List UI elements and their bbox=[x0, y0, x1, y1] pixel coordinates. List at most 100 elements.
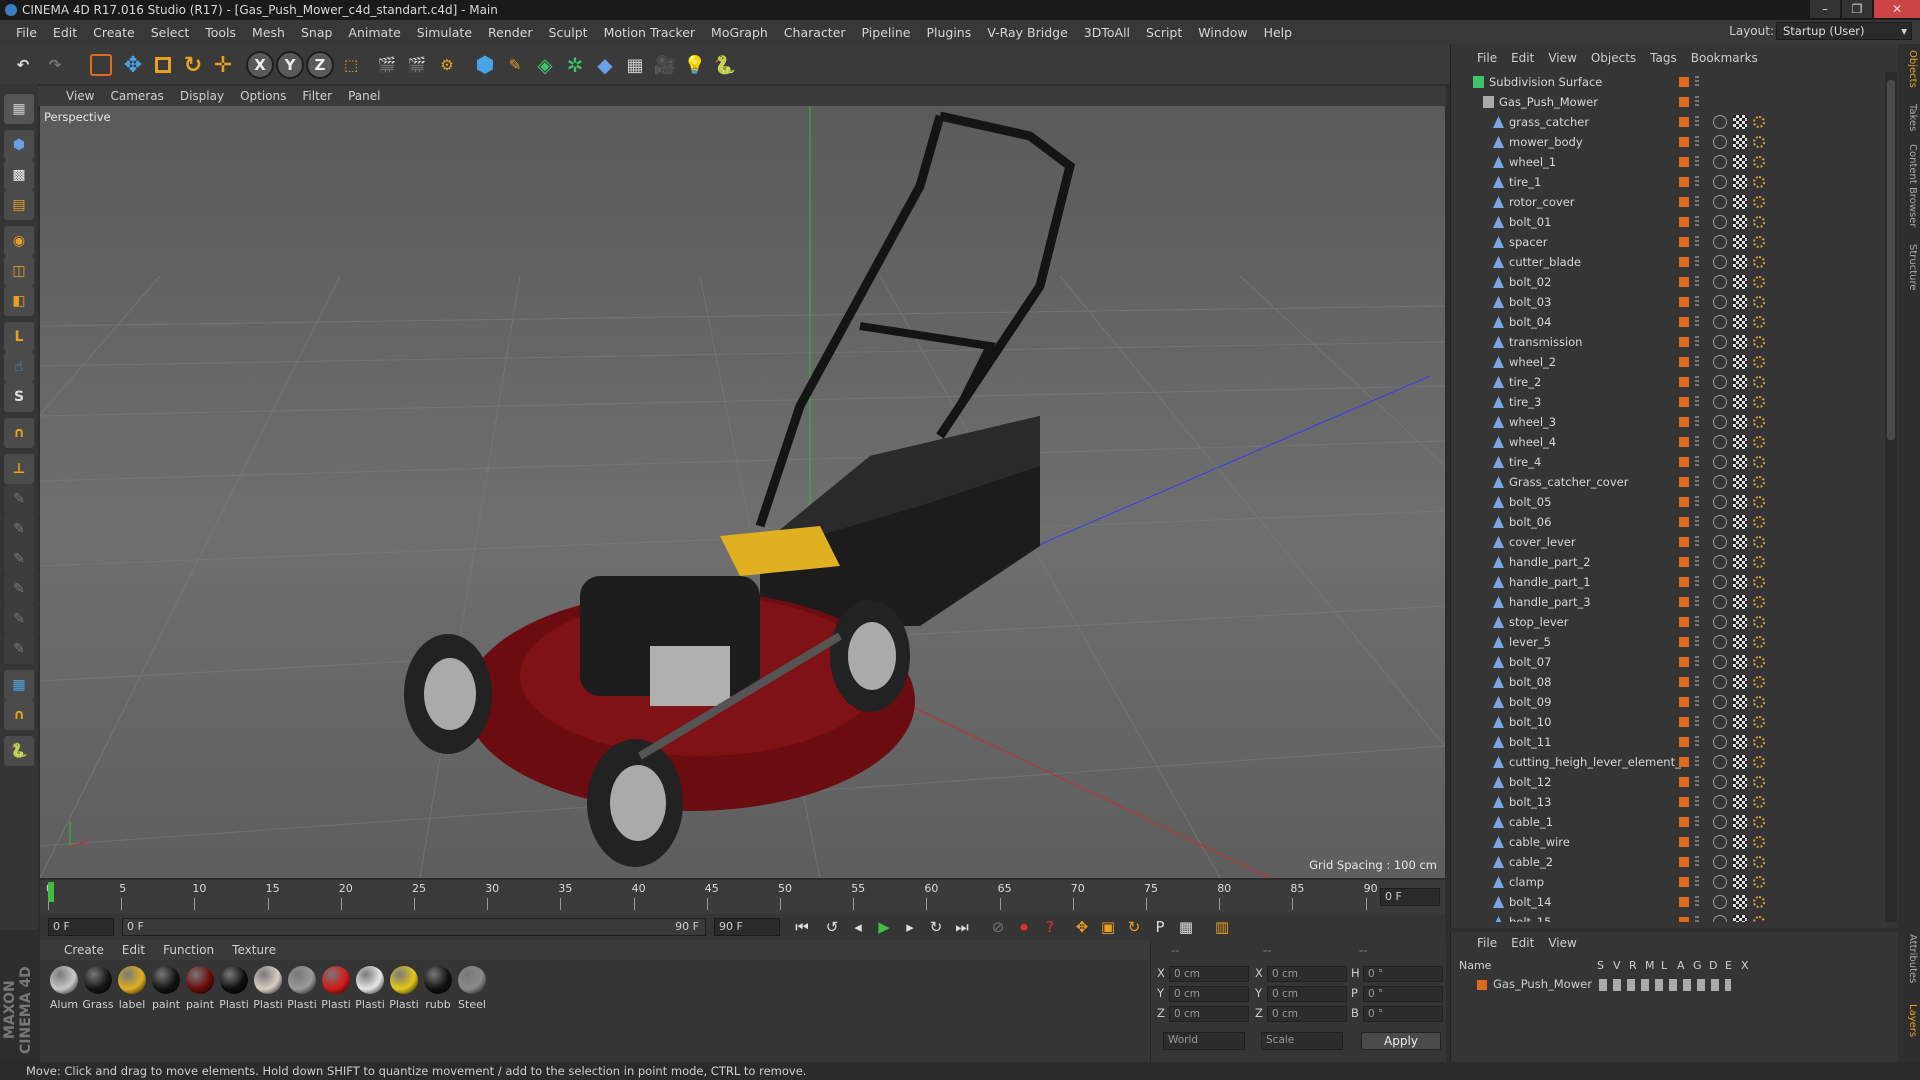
coord-value-field[interactable]: 0 ° bbox=[1363, 986, 1443, 1002]
object-tree-row[interactable]: tire_3 bbox=[1451, 392, 1885, 412]
material-swatch[interactable]: Steel bbox=[456, 966, 488, 1011]
spline-pen-icon[interactable]: ✎ bbox=[500, 50, 530, 80]
texture-tag-icon[interactable] bbox=[1733, 355, 1747, 369]
previous-key-icon[interactable]: ↺ bbox=[820, 916, 844, 938]
visibility-toggle[interactable] bbox=[1695, 756, 1699, 768]
layer-color-swatch[interactable] bbox=[1679, 717, 1689, 727]
visibility-toggle[interactable] bbox=[1695, 176, 1699, 188]
points-mode-icon[interactable]: ◉ bbox=[4, 226, 34, 256]
menu-select[interactable]: Select bbox=[143, 25, 198, 40]
object-tree-row[interactable]: wheel_3 bbox=[1451, 412, 1885, 432]
visibility-toggle[interactable] bbox=[1695, 316, 1699, 328]
material-tag-icon[interactable] bbox=[1713, 275, 1727, 289]
layer-column-header[interactable]: E bbox=[1725, 959, 1732, 972]
object-tree-row[interactable]: bolt_01 bbox=[1451, 212, 1885, 232]
material-tag-icon[interactable] bbox=[1713, 475, 1727, 489]
close-button[interactable]: ✕ bbox=[1874, 0, 1920, 18]
phong-tag-icon[interactable] bbox=[1753, 836, 1765, 848]
layer-menu-edit[interactable]: Edit bbox=[1511, 936, 1534, 954]
object-menu-file[interactable]: File bbox=[1477, 51, 1497, 65]
cube-primitive-icon[interactable]: ⬢ bbox=[470, 50, 500, 80]
texture-tag-icon[interactable] bbox=[1733, 555, 1747, 569]
menu-render[interactable]: Render bbox=[480, 25, 541, 40]
size-mode-select[interactable]: Scale bbox=[1261, 1032, 1343, 1050]
phong-tag-icon[interactable] bbox=[1753, 476, 1765, 488]
key-pla-icon[interactable]: ▦ bbox=[1174, 916, 1198, 938]
material-tag-icon[interactable] bbox=[1713, 755, 1727, 769]
go-to-end-icon[interactable]: ⏭ bbox=[950, 916, 974, 938]
phong-tag-icon[interactable] bbox=[1753, 816, 1765, 828]
layer-color-swatch[interactable] bbox=[1679, 897, 1689, 907]
layer-color-swatch[interactable] bbox=[1679, 777, 1689, 787]
phong-tag-icon[interactable] bbox=[1753, 416, 1765, 428]
visibility-toggle[interactable] bbox=[1695, 556, 1699, 568]
object-tree-row[interactable]: wheel_4 bbox=[1451, 432, 1885, 452]
coord-value-field[interactable]: 0 ° bbox=[1363, 966, 1443, 982]
visibility-toggle[interactable] bbox=[1695, 616, 1699, 628]
material-menu-function[interactable]: Function bbox=[163, 943, 214, 957]
phong-tag-icon[interactable] bbox=[1753, 376, 1765, 388]
visibility-toggle[interactable] bbox=[1695, 676, 1699, 688]
visibility-toggle[interactable] bbox=[1695, 536, 1699, 548]
menu-3dtoall[interactable]: 3DToAll bbox=[1076, 25, 1138, 40]
material-swatch[interactable]: Plasti bbox=[218, 966, 250, 1011]
object-tree-row[interactable]: bolt_08 bbox=[1451, 672, 1885, 692]
layer-column-header[interactable]: R bbox=[1629, 959, 1637, 972]
tweak-mode-icon[interactable]: ☝ bbox=[4, 352, 34, 382]
visibility-toggle[interactable] bbox=[1695, 716, 1699, 728]
viewport-menu-options[interactable]: Options bbox=[240, 89, 296, 103]
visibility-toggle[interactable] bbox=[1695, 856, 1699, 868]
visibility-toggle[interactable] bbox=[1695, 456, 1699, 468]
phong-tag-icon[interactable] bbox=[1753, 656, 1765, 668]
phong-tag-icon[interactable] bbox=[1753, 116, 1765, 128]
material-tag-icon[interactable] bbox=[1713, 695, 1727, 709]
object-tree-row[interactable]: cover_lever bbox=[1451, 532, 1885, 552]
layer-color-swatch[interactable] bbox=[1679, 397, 1689, 407]
visibility-toggle[interactable] bbox=[1695, 436, 1699, 448]
redo-icon[interactable]: ↷ bbox=[40, 50, 70, 80]
frame-range-slider[interactable]: 0 F 90 F bbox=[122, 918, 706, 936]
layer-color-swatch[interactable] bbox=[1679, 277, 1689, 287]
object-tree-row[interactable]: clamp bbox=[1451, 872, 1885, 892]
material-swatch[interactable]: paint bbox=[184, 966, 216, 1011]
visibility-toggle[interactable] bbox=[1695, 116, 1699, 128]
snap-icon[interactable]: S bbox=[4, 382, 34, 412]
material-tag-icon[interactable] bbox=[1713, 595, 1727, 609]
phong-tag-icon[interactable] bbox=[1753, 396, 1765, 408]
undo-icon[interactable]: ↶ bbox=[8, 50, 38, 80]
material-tag-icon[interactable] bbox=[1713, 495, 1727, 509]
key-rotation-icon[interactable]: ↻ bbox=[1122, 916, 1146, 938]
tab-layers[interactable]: Layers bbox=[1900, 1004, 1918, 1037]
object-tree-row[interactable]: bolt_13 bbox=[1451, 792, 1885, 812]
layer-color-swatch[interactable] bbox=[1679, 577, 1689, 587]
object-tree-row[interactable]: Subdivision Surface bbox=[1451, 72, 1885, 92]
array-icon[interactable]: ✲ bbox=[560, 50, 590, 80]
object-tree-row[interactable]: Grass_catcher_cover bbox=[1451, 472, 1885, 492]
material-tag-icon[interactable] bbox=[1713, 395, 1727, 409]
texture-tag-icon[interactable] bbox=[1733, 295, 1747, 309]
menu-edit[interactable]: Edit bbox=[45, 25, 85, 40]
material-swatch[interactable]: Plasti bbox=[286, 966, 318, 1011]
visibility-toggle[interactable] bbox=[1695, 636, 1699, 648]
texture-tag-icon[interactable] bbox=[1733, 915, 1747, 922]
material-swatch[interactable]: label bbox=[116, 966, 148, 1011]
material-tag-icon[interactable] bbox=[1713, 455, 1727, 469]
material-tag-icon[interactable] bbox=[1713, 215, 1727, 229]
polygons-mode-icon[interactable]: ◧ bbox=[4, 286, 34, 316]
lawn-mower-model[interactable] bbox=[404, 111, 1076, 867]
object-tree-scroll-thumb[interactable] bbox=[1887, 80, 1895, 440]
viewport-menu-filter[interactable]: Filter bbox=[302, 89, 342, 103]
layer-column-header[interactable]: Name bbox=[1459, 959, 1491, 972]
material-swatch[interactable]: rubb bbox=[422, 966, 454, 1011]
layer-column-header[interactable]: A bbox=[1677, 959, 1685, 972]
visibility-toggle[interactable] bbox=[1695, 816, 1699, 828]
object-tree-row[interactable]: spacer bbox=[1451, 232, 1885, 252]
object-tree-row[interactable]: stop_lever bbox=[1451, 612, 1885, 632]
object-tree-row[interactable]: mower_body bbox=[1451, 132, 1885, 152]
material-tag-icon[interactable] bbox=[1713, 615, 1727, 629]
material-tag-icon[interactable] bbox=[1713, 575, 1727, 589]
phong-tag-icon[interactable] bbox=[1753, 536, 1765, 548]
texture-tag-icon[interactable] bbox=[1733, 215, 1747, 229]
material-tag-icon[interactable] bbox=[1713, 335, 1727, 349]
coord-value-field[interactable]: 0 cm bbox=[1169, 986, 1249, 1002]
